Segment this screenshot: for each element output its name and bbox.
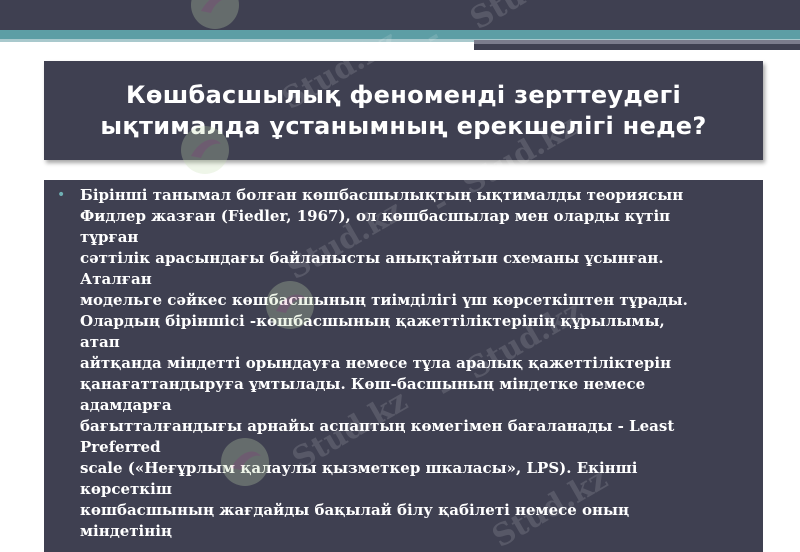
body-line: айтқанда міндетті орындауға немесе тұла … <box>80 354 672 372</box>
slide-body-panel: • Бірінші танымал болған көшбасшылықтың … <box>44 180 763 552</box>
right-decor-bar-dark <box>474 44 800 50</box>
body-line: Preferred <box>80 438 161 456</box>
body-line: бағытталғандығы арнайы аспаптың көмегіме… <box>80 417 675 435</box>
body-line: қанағаттандыруға ұмтылады. Көш-басшының … <box>80 375 646 393</box>
top-decor-band <box>0 0 800 30</box>
body-line: атап <box>80 333 120 351</box>
body-text: Бірінші танымал болған көшбасшылықтың ық… <box>80 185 760 542</box>
body-line: тұрған <box>80 228 139 246</box>
body-line: Олардың біріншісі -көшбасшының қажеттілі… <box>80 312 665 330</box>
body-line: сәттілік арасындағы байланысты анықтайты… <box>80 249 664 267</box>
body-line: Аталған <box>80 270 152 288</box>
body-line: Фидлер жазған (Fiedler, 1967), ол көшбас… <box>80 207 671 225</box>
body-line: көрсеткіш <box>80 480 172 498</box>
bullet-marker: • <box>57 187 66 203</box>
slide-title-panel: Көшбасшылық феноменді зерттеудегі ықтима… <box>44 61 763 160</box>
teal-decor-stripe <box>0 30 800 39</box>
body-line: міндетінің <box>80 522 172 540</box>
body-line: модельге сәйкес көшбасшының тиімділігі ү… <box>80 291 688 309</box>
body-line: адамдарға <box>80 396 172 414</box>
slide-title: Көшбасшылық феноменді зерттеудегі ықтима… <box>100 80 707 140</box>
body-line: scale («Неғұрлым қалаулы қызметкер шкала… <box>80 459 638 477</box>
body-line: көшбасшының жағдайды бақылай білу қабіле… <box>80 501 630 519</box>
body-line: Бірінші танымал болған көшбасшылықтың ық… <box>80 186 684 204</box>
